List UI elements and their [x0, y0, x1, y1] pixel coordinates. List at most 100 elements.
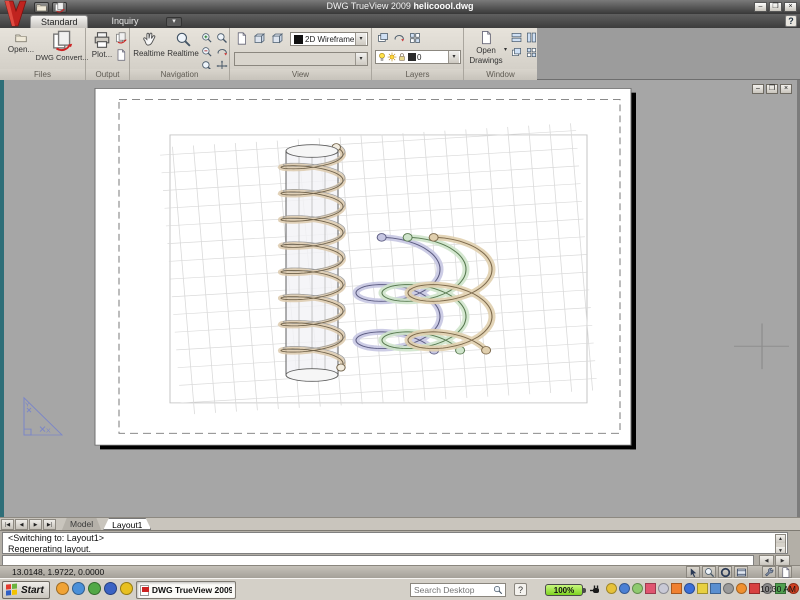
plot-preview-button[interactable] — [114, 48, 128, 61]
panel-output: Plot... Output — [86, 28, 130, 80]
tray-help-icon[interactable]: ? — [514, 583, 527, 596]
helix-green-end[interactable] — [403, 234, 412, 242]
tab-first-button[interactable]: |◀ — [1, 519, 14, 530]
workspace-button[interactable] — [762, 566, 776, 578]
quicklaunch-icon[interactable] — [120, 582, 133, 595]
taskbar-task-button[interactable]: DWG TrueView 2009 -... — [136, 581, 236, 599]
visual-style-combo[interactable]: 2D Wireframe ▾ — [290, 32, 368, 46]
tray-icon[interactable] — [645, 583, 656, 594]
layer-isolate-button[interactable] — [392, 31, 406, 44]
dwg-convert-button[interactable]: DWG Convert... — [40, 30, 84, 62]
helix-lavender-end[interactable] — [377, 234, 386, 242]
showmotion-button[interactable] — [734, 566, 748, 578]
scroll-down-icon[interactable]: ▼ — [776, 547, 785, 554]
cylinder-top-rim[interactable] — [286, 145, 338, 158]
battery-indicator[interactable]: 100% — [545, 584, 583, 596]
start-button[interactable]: Start — [2, 581, 50, 599]
panel-view: 2D Wireframe ▾ ▾ View — [230, 28, 372, 80]
tray-icon[interactable] — [632, 583, 643, 594]
search-input[interactable] — [411, 585, 493, 595]
pan-realtime-button[interactable]: Realtime — [132, 31, 166, 58]
toolbar-options-dropdown[interactable]: ▾ — [166, 17, 182, 27]
quicklaunch-icon[interactable] — [104, 582, 117, 595]
coordinates-readout: 13.0148, 1.9722, 0.0000 — [12, 567, 104, 577]
layer-combo[interactable]: 0 ▾ — [375, 50, 461, 64]
tray-icon[interactable] — [671, 583, 682, 594]
qat-open-button[interactable] — [34, 2, 49, 13]
search-icon[interactable] — [493, 585, 503, 595]
qat-convert-button[interactable] — [52, 2, 67, 13]
visual-style-dropdown-arrow[interactable]: ▾ — [355, 33, 366, 45]
drawing-area[interactable]: Y X – ❒ × — [0, 80, 800, 517]
tray-icon[interactable] — [749, 583, 760, 594]
doc-minimize-button[interactable]: – — [752, 84, 764, 94]
tab-next-button[interactable]: ▶ — [29, 519, 42, 530]
tab-layout1[interactable]: Layout1 — [103, 518, 151, 530]
layer-thaw-icon — [387, 52, 397, 62]
tab-inquiry[interactable]: Inquiry — [100, 15, 150, 28]
arrange-icons-button[interactable] — [525, 46, 537, 59]
tray-icon[interactable] — [619, 583, 630, 594]
layer-states-button[interactable] — [376, 31, 390, 44]
drawing-canvas[interactable]: Y X — [0, 80, 800, 517]
command-history[interactable]: <Switching to: Layout1> Regenerating lay… — [2, 532, 788, 554]
zoom-previous-button[interactable] — [215, 31, 229, 44]
tab-model[interactable]: Model — [62, 518, 101, 530]
minimize-button[interactable]: – — [754, 2, 767, 12]
tray-icon[interactable] — [606, 583, 617, 594]
statusbar-zoom-button[interactable] — [702, 566, 716, 578]
panel-files-label: Files — [0, 69, 85, 80]
layer-unisolate-button[interactable] — [408, 31, 422, 44]
panel-files: Open... DWG Convert... Files — [0, 28, 86, 80]
quicklaunch-icon[interactable] — [72, 582, 85, 595]
tile-vertically-button[interactable] — [525, 31, 537, 44]
open-drawings-button[interactable]: Open Drawings — [466, 30, 506, 65]
tray-icon[interactable] — [697, 583, 708, 594]
tab-last-button[interactable]: ▶| — [43, 519, 56, 530]
zoom-out-button[interactable] — [200, 45, 214, 58]
tray-icon[interactable] — [658, 583, 669, 594]
doc-close-button[interactable]: × — [780, 84, 792, 94]
quicklaunch-icon[interactable] — [88, 582, 101, 595]
open-button[interactable]: Open... — [2, 32, 40, 54]
helix-tan-end[interactable] — [482, 346, 491, 354]
help-button[interactable]: ? — [785, 15, 797, 27]
maximize-button[interactable]: ❒ — [769, 2, 782, 12]
cascade-button[interactable] — [510, 46, 522, 59]
close-button[interactable]: × — [784, 2, 797, 12]
plot-button[interactable]: Plot... — [88, 31, 116, 59]
annotation-button[interactable] — [778, 566, 792, 578]
view-3d-button[interactable] — [270, 32, 284, 45]
orbit-button[interactable] — [215, 45, 229, 58]
named-views-button[interactable] — [234, 32, 248, 45]
open-drawings-dropdown-arrow[interactable]: ▾ — [504, 46, 507, 53]
named-view-combo[interactable]: ▾ — [234, 52, 368, 66]
tile-horizontally-button[interactable] — [510, 31, 522, 44]
scroll-up-icon[interactable]: ▲ — [776, 535, 785, 543]
annotation-icon — [780, 567, 791, 578]
named-view-dropdown-arrow[interactable]: ▾ — [355, 53, 366, 65]
tab-standard[interactable]: Standard — [30, 15, 88, 28]
coil-end-circle[interactable] — [337, 364, 345, 371]
layer-dropdown-arrow[interactable]: ▾ — [448, 51, 459, 63]
tray-icon[interactable] — [736, 583, 747, 594]
doc-restore-button[interactable]: ❒ — [766, 84, 778, 94]
batch-plot-button[interactable] — [114, 31, 128, 44]
helix-tan-end[interactable] — [429, 234, 438, 242]
zoom-realtime-button[interactable]: Realtime — [166, 31, 200, 58]
tab-prev-button[interactable]: ◀ — [15, 519, 28, 530]
steering-wheel-button[interactable] — [718, 566, 732, 578]
tray-icon[interactable] — [684, 583, 695, 594]
command-vscrollbar[interactable]: ▲ ▼ — [775, 534, 786, 554]
zoom-window-button[interactable] — [200, 31, 214, 44]
view-previous-button[interactable] — [252, 32, 266, 45]
panel-window-label: Window — [464, 69, 537, 80]
taskbar-clock[interactable]: 10:30 AM — [760, 584, 796, 594]
truview-logo-icon[interactable] — [2, 0, 29, 27]
tray-icon[interactable] — [723, 583, 734, 594]
select-tool-button[interactable] — [686, 566, 700, 578]
power-plug-icon[interactable] — [590, 585, 601, 595]
quicklaunch-icon[interactable] — [56, 582, 69, 595]
document-window-controls: – ❒ × — [752, 84, 792, 94]
tray-icon[interactable] — [710, 583, 721, 594]
